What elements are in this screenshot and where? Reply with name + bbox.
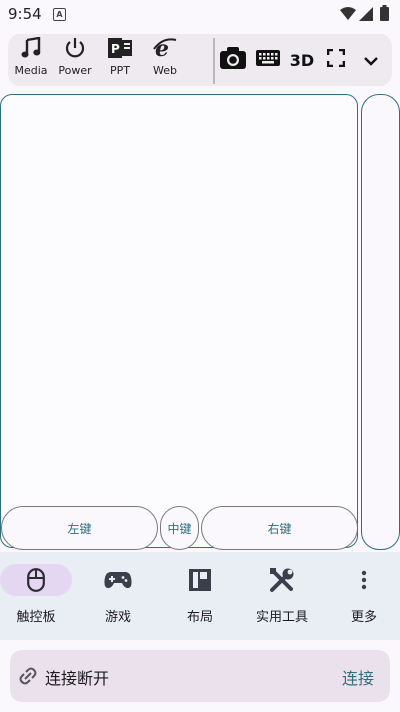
touchpad-area[interactable]	[0, 94, 358, 548]
link-broken-icon	[18, 666, 38, 690]
fullscreen-button[interactable]	[323, 46, 349, 74]
power-button[interactable]: Power	[53, 34, 97, 86]
fullscreen-icon	[326, 48, 346, 71]
nav-item-tools[interactable]: 实用工具	[246, 552, 318, 640]
gamepad-icon	[82, 564, 154, 596]
power-icon	[53, 36, 97, 60]
wifi-icon	[340, 6, 356, 25]
connect-button[interactable]: 连接	[342, 665, 374, 689]
3d-button[interactable]: 3D	[287, 46, 317, 74]
battery-icon	[380, 5, 389, 25]
nav-item-layout[interactable]: 布局	[164, 552, 236, 640]
toolbar-divider	[213, 38, 215, 84]
middle-click-button[interactable]: 中键	[160, 506, 199, 550]
nav-item-touchpad[interactable]: 触控板	[0, 552, 72, 640]
camera-button[interactable]	[219, 46, 247, 74]
keyboard-icon	[256, 50, 280, 70]
keyboard-button[interactable]	[254, 46, 282, 74]
ppt-icon: P	[98, 36, 142, 60]
nav-label-tools: 实用工具	[255, 610, 308, 625]
web-button[interactable]: e Web	[143, 34, 187, 86]
signal-icon	[359, 6, 373, 25]
web-label: Web	[153, 64, 177, 77]
nav-item-games[interactable]: 游戏	[82, 552, 154, 640]
right-click-button[interactable]: 右键	[201, 506, 358, 550]
nav-item-more[interactable]: 更多	[328, 552, 400, 640]
nav-label-more: 更多	[350, 610, 377, 625]
more-vert-icon	[328, 564, 400, 596]
nav-label-games: 游戏	[104, 610, 131, 625]
nav-label-layout: 布局	[186, 610, 213, 625]
mouse-icon	[0, 564, 72, 596]
connection-bar: 连接断开 连接	[10, 650, 390, 702]
camera-icon	[220, 47, 246, 73]
media-button[interactable]: Media	[9, 34, 53, 86]
status-time: 9:54	[8, 5, 42, 23]
music-note-icon	[9, 36, 53, 60]
toolbar: Media Power P PPT e Web 3D	[8, 34, 392, 86]
nav-label-touchpad: 触控板	[16, 610, 56, 625]
app-notification-icon: A	[53, 8, 66, 21]
chevron-down-icon	[364, 51, 378, 70]
web-browser-icon: e	[143, 36, 187, 60]
svg-text:P: P	[111, 42, 120, 56]
scroll-strip[interactable]	[361, 94, 400, 550]
left-click-button[interactable]: 左键	[1, 506, 158, 550]
layout-icon	[164, 564, 236, 596]
status-bar: 9:54 A	[0, 0, 400, 28]
tools-icon	[246, 564, 318, 596]
bottom-navigation: 触控板 游戏 布局 实用工具 更多	[0, 552, 400, 640]
expand-button[interactable]	[359, 46, 383, 74]
ppt-button[interactable]: P PPT	[98, 34, 142, 86]
connection-status: 连接断开	[45, 669, 110, 688]
